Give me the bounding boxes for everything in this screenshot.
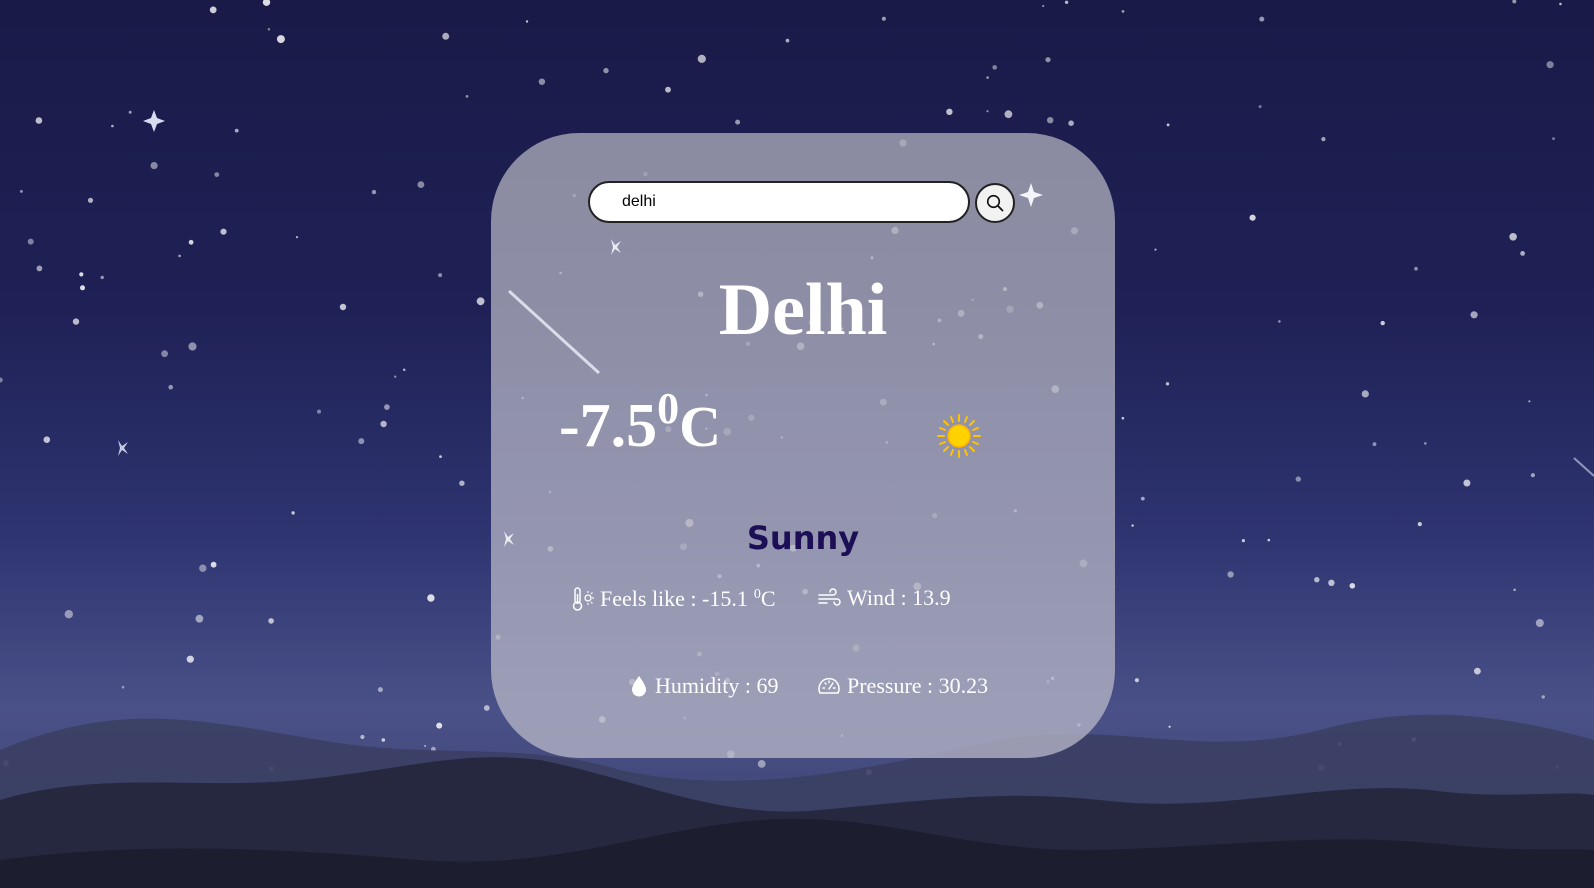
wind-stat: Wind : 13.9 [817, 585, 951, 611]
weather-card: Delhi -7.50C Sunny [491, 133, 1115, 758]
water-drop-icon [632, 676, 646, 697]
temperature-degree: 0 [657, 384, 680, 433]
weather-condition: Sunny [746, 519, 860, 557]
humidity-stat: Humidity : 69 [629, 673, 778, 699]
gauge-icon [818, 677, 840, 694]
city-search-input[interactable] [588, 181, 970, 223]
feels-like-degree: 0 [753, 587, 761, 602]
pressure-label: Pressure : 30.23 [847, 673, 989, 698]
temperature-value: -7.5 [559, 392, 658, 460]
search-icon [986, 194, 1004, 212]
wind-icon [818, 588, 841, 606]
thermometer-sun-icon [572, 587, 594, 611]
feels-like-label: Feels like : -15.1 [600, 586, 748, 611]
search-bar [588, 181, 1015, 225]
humidity-label: Humidity : 69 [655, 673, 779, 698]
search-button[interactable] [975, 183, 1015, 223]
temperature-unit: C [679, 394, 722, 459]
sun-icon [937, 414, 981, 458]
temperature-display: -7.50C [559, 387, 722, 460]
feels-like-stat: Feels like : -15.1 0 C [572, 586, 776, 612]
city-name: Delhi [718, 269, 888, 351]
wind-label: Wind : 13.9 [847, 585, 951, 610]
feels-like-unit: C [760, 586, 776, 611]
pressure-stat: Pressure : 30.23 [817, 673, 988, 699]
sparkle-star-icon [118, 110, 165, 456]
